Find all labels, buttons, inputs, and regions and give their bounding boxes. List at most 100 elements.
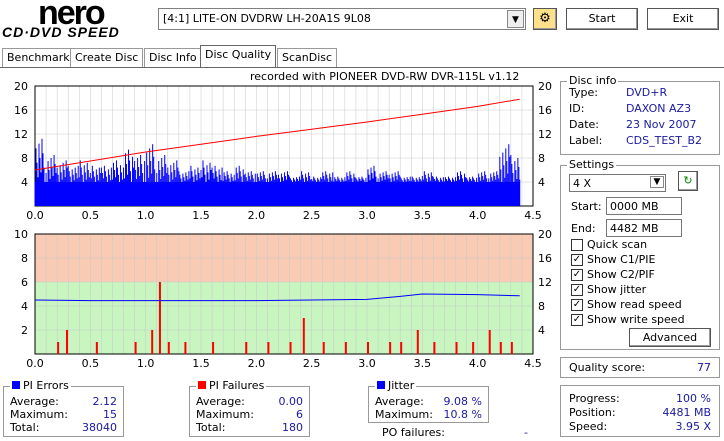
show-c1-label: Show C1/PIE	[587, 253, 656, 266]
checkbox-icon[interactable]	[571, 238, 583, 251]
checkbox-icon[interactable]: ✓	[571, 253, 583, 266]
speed-value: 4 X	[573, 177, 592, 190]
x-tick-label: 1.0	[137, 209, 155, 222]
label-value: CDS_TEST_B2	[626, 134, 703, 147]
show-jitter-label: Show jitter	[587, 283, 647, 296]
po-failures-row: PO failures: -	[382, 426, 532, 439]
x-tick-label: 3.5	[414, 209, 432, 222]
pi-errors-total: 38040	[82, 421, 117, 434]
pi-failure-bar	[65, 330, 68, 354]
x-tick-label: 4.0	[469, 209, 487, 222]
y-right-tick-label: 12	[538, 128, 552, 141]
pi-failure-bar	[472, 342, 475, 354]
pi-failure-bar	[158, 282, 161, 354]
position-label: Position:	[569, 406, 616, 419]
quality-score-value: 77	[697, 361, 711, 374]
show-c2-label: Show C2/PIF	[587, 268, 655, 281]
y-left-tick-label: 10	[14, 228, 28, 241]
y-right-tick-label: 4	[538, 176, 545, 189]
end-input[interactable]: 4482 MB	[606, 219, 682, 237]
show-jitter-checkbox[interactable]: ✓ Show jitter	[571, 283, 646, 296]
pi-failure-bar	[499, 342, 502, 354]
x-tick-label: 2.5	[303, 357, 321, 370]
jitter-max: 10.8 %	[443, 408, 482, 421]
settings-group: Settings 4 X ▼ ↻ Start: 0000 MB End: 4482…	[560, 158, 720, 350]
quick-scan-checkbox[interactable]: Quick scan	[571, 238, 647, 251]
pi-failures-avg: 0.00	[278, 395, 304, 408]
pi-errors-avg: 2.12	[92, 395, 118, 408]
pi-failures-group: PI Failures Average: 0.00 Maximum: 6 Total…	[189, 379, 310, 437]
x-tick-label: 3.0	[358, 209, 376, 222]
pi-failure-bar	[95, 342, 98, 354]
pi-failure-bar	[302, 318, 305, 354]
speed-label: Speed:	[569, 420, 608, 433]
disc-info-group: Disc info Type: DVD+R ID: DAXON AZ3 Date: 2…	[560, 74, 720, 155]
y-right-tick-label: 4	[538, 324, 545, 337]
quality-score-label: Quality score:	[569, 361, 646, 374]
start-button[interactable]: Start	[566, 8, 638, 30]
end-label: End:	[571, 222, 596, 235]
show-c1-checkbox[interactable]: ✓ Show C1/PIE	[571, 253, 655, 266]
x-tick-label: 3.0	[358, 357, 376, 370]
pi-failure-bar	[289, 342, 292, 354]
pi-failure-bar	[267, 342, 270, 354]
y-left-tick-label: 4	[21, 176, 28, 189]
pi-failure-bar	[212, 342, 215, 354]
max-label: Maximum:	[196, 408, 254, 421]
y-left-tick-label: 8	[21, 152, 28, 165]
show-read-speed-checkbox[interactable]: ✓ Show read speed	[571, 298, 682, 311]
pi-errors-max: 15	[103, 408, 117, 421]
pi-errors-group: PI Errors Average: 2.12 Maximum: 15 Total:…	[3, 379, 124, 437]
pi-failures-max: 6	[296, 408, 303, 421]
show-write-label: Show write speed	[587, 313, 685, 326]
refresh-speed-button[interactable]: ↻	[678, 171, 698, 191]
x-tick-label: 4.5	[524, 209, 542, 222]
x-tick-label: 1.0	[137, 357, 155, 370]
x-tick-label: 3.5	[414, 357, 432, 370]
y-left-tick-label: 20	[14, 80, 28, 93]
total-label: Total:	[10, 421, 40, 434]
start-label: Start:	[571, 200, 602, 213]
checkbox-icon[interactable]: ✓	[571, 268, 583, 281]
x-tick-label: 0.0	[26, 209, 44, 222]
advanced-button[interactable]: Advanced	[629, 328, 711, 347]
quick-scan-label: Quick scan	[587, 238, 648, 251]
id-label: ID:	[569, 102, 585, 115]
progress-value: 100 %	[676, 392, 711, 405]
y-right-tick-label: 16	[538, 252, 552, 265]
chevron-down-icon[interactable]: ▼	[650, 176, 664, 188]
x-tick-label: 1.5	[192, 357, 210, 370]
jitter-avg: 9.08 %	[443, 395, 482, 408]
checkbox-icon[interactable]: ✓	[571, 298, 583, 311]
pi-failure-bar	[433, 342, 436, 354]
y-left-tick-label: 12	[14, 128, 28, 141]
x-tick-label: 4.5	[524, 357, 542, 370]
start-input[interactable]: 0000 MB	[606, 197, 682, 215]
pi-failure-bar	[455, 342, 458, 354]
jitter-group: Jitter Average: 9.08 % Maximum: 10.8 %	[368, 379, 489, 423]
show-c2-checkbox[interactable]: ✓ Show C2/PIF	[571, 268, 655, 281]
show-write-speed-checkbox[interactable]: ✓ Show write speed	[571, 313, 685, 326]
pi-failure-bar	[488, 330, 491, 354]
pi-failure-bar	[400, 342, 403, 354]
speed-select[interactable]: 4 X ▼	[569, 174, 666, 192]
x-tick-label: 0.5	[82, 209, 100, 222]
pi-failure-bar	[134, 342, 137, 354]
progress-label: Progress:	[569, 392, 620, 405]
checkbox-icon[interactable]: ✓	[571, 283, 583, 296]
pi-errors-title: PI Errors	[10, 379, 71, 392]
checkbox-icon[interactable]: ✓	[571, 313, 583, 326]
y-right-tick-label: 8	[538, 152, 545, 165]
blue-legend-icon	[12, 381, 20, 389]
y-right-tick-label: 8	[538, 300, 545, 313]
exit-button[interactable]: Exit	[647, 8, 719, 30]
y-right-tick-label: 16	[538, 104, 552, 117]
y-right-tick-label: 12	[538, 276, 552, 289]
avg-label: Average:	[10, 395, 59, 408]
y-right-tick-label: 20	[538, 80, 552, 93]
pi-failure-bar	[389, 342, 392, 354]
x-tick-label: 2.5	[303, 209, 321, 222]
pi-failure-bar	[245, 342, 248, 354]
type-label: Type:	[569, 86, 598, 99]
x-tick-label: 4.0	[469, 357, 487, 370]
